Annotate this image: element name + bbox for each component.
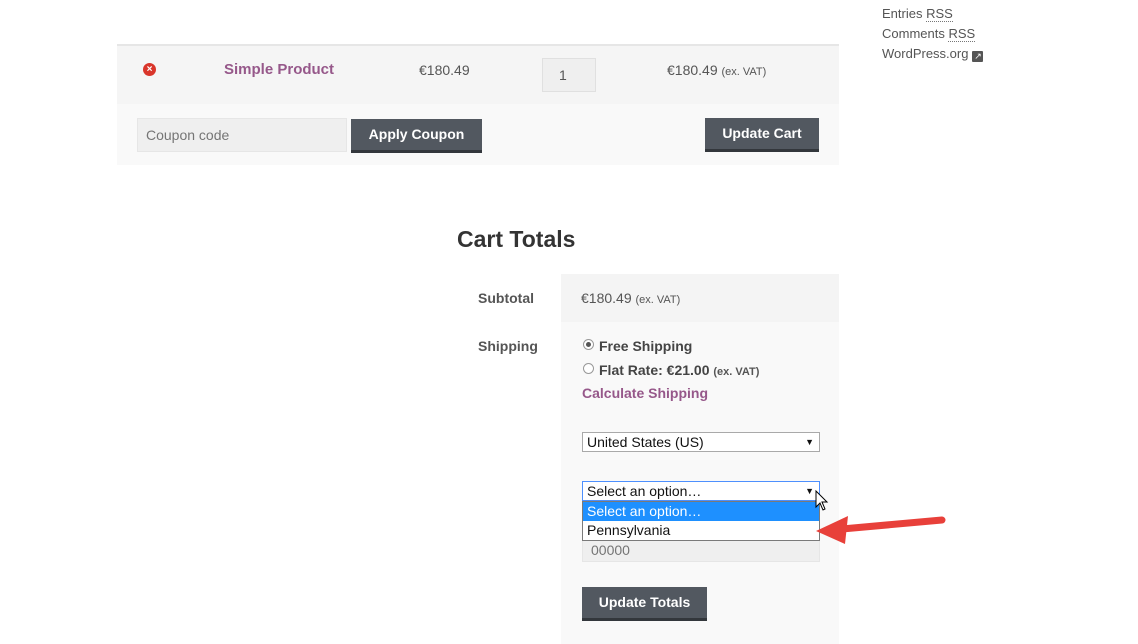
flat-rate-radio[interactable] <box>583 363 594 374</box>
remove-circle-icon[interactable]: × <box>143 63 156 76</box>
flat-rate-option[interactable]: Flat Rate: €21.00 (ex. VAT) <box>599 362 759 378</box>
product-price: €180.49 <box>419 62 470 78</box>
cart-page: Entries RSS Comments RSS WordPress.org ↗ … <box>0 0 1138 644</box>
subtotal-note: (ex. VAT) <box>635 294 681 306</box>
chevron-down-icon: ▼ <box>805 437 814 447</box>
state-dropdown-list: Select an option… Pennsylvania <box>582 501 820 541</box>
line-total: €180.49 (ex. VAT) <box>667 62 766 78</box>
mouse-pointer-icon <box>815 490 829 511</box>
sidebar-link-text: WordPress.org <box>882 46 969 61</box>
sidebar-link-entries-rss[interactable]: Entries RSS <box>882 6 953 22</box>
free-shipping-radio[interactable] <box>583 339 594 350</box>
apply-coupon-button[interactable]: Apply Coupon <box>351 119 482 153</box>
update-cart-button[interactable]: Update Cart <box>705 118 819 152</box>
sidebar-link-wordpress-org[interactable]: WordPress.org ↗ <box>882 46 984 62</box>
state-select[interactable]: Select an option… ▼ <box>582 481 820 501</box>
sidebar-link-abbr: RSS <box>948 26 976 42</box>
state-option-pennsylvania[interactable]: Pennsylvania <box>583 521 819 540</box>
subtotal-value: €180.49 (ex. VAT) <box>581 290 680 306</box>
state-option-select[interactable]: Select an option… <box>583 502 819 521</box>
coupon-code-input[interactable] <box>137 118 347 152</box>
country-select[interactable]: United States (US) ▼ <box>582 432 820 452</box>
external-link-icon: ↗ <box>972 51 984 62</box>
free-shipping-label[interactable]: Free Shipping <box>599 338 692 354</box>
product-name-link[interactable]: Simple Product <box>224 61 334 78</box>
cart-totals-title: Cart Totals <box>457 226 576 252</box>
sidebar-link-abbr: RSS <box>926 6 953 22</box>
country-select-value: United States (US) <box>587 434 704 450</box>
flat-rate-label: Flat Rate: €21.00 <box>599 362 710 378</box>
update-totals-button[interactable]: Update Totals <box>582 587 707 621</box>
red-arrow-annotation-icon <box>816 516 946 544</box>
shipping-label: Shipping <box>478 338 538 354</box>
sidebar-link-text: Entries <box>882 6 927 21</box>
line-total-amount: €180.49 <box>667 62 718 78</box>
sidebar-link-comments-rss[interactable]: Comments RSS <box>882 26 976 42</box>
calculate-shipping-link[interactable]: Calculate Shipping <box>582 385 708 401</box>
state-select-value: Select an option… <box>587 483 702 499</box>
line-total-note: (ex. VAT) <box>721 66 767 78</box>
sidebar-link-text: Comments <box>882 26 949 41</box>
quantity-input[interactable] <box>542 58 596 92</box>
subtotal-label: Subtotal <box>478 290 534 306</box>
subtotal-amount: €180.49 <box>581 290 632 306</box>
flat-rate-note: (ex. VAT) <box>713 366 760 378</box>
chevron-down-icon: ▼ <box>805 486 814 496</box>
